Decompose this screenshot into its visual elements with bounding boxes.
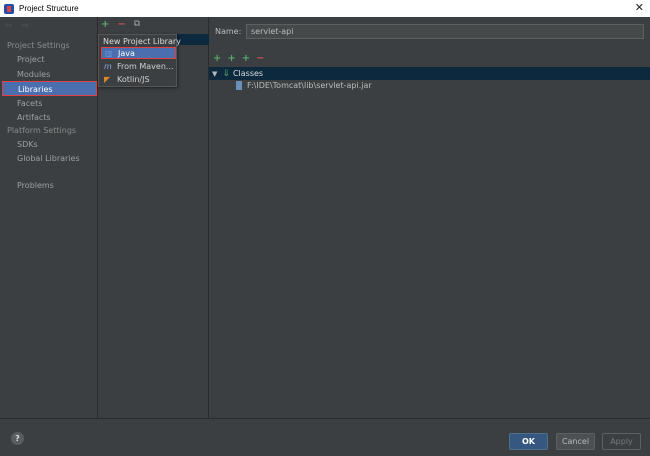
settings-sidebar: ⇦ ⇨ Project Settings Project Modules Lib…: [0, 17, 98, 418]
library-detail-panel: Name: servlet-api + + + − ▼ ⇓ Classes F:…: [209, 17, 650, 418]
popup-item-java[interactable]: ▥ Java: [101, 47, 176, 59]
app-icon: [4, 3, 14, 14]
project-settings-heading: Project Settings: [7, 41, 70, 50]
remove-library-icon[interactable]: −: [117, 19, 125, 30]
sidebar-item-problems[interactable]: Problems: [17, 181, 54, 190]
help-icon[interactable]: ?: [11, 432, 24, 445]
window-title: Project Structure: [19, 4, 79, 13]
expand-triangle-icon[interactable]: ▼: [212, 70, 217, 78]
sidebar-item-modules[interactable]: Modules: [17, 70, 50, 79]
classes-tree-node[interactable]: ▼ ⇓ Classes: [209, 67, 650, 80]
sidebar-item-project[interactable]: Project: [17, 55, 44, 64]
library-list-selected-row[interactable]: [177, 34, 209, 45]
jar-path: F:\IDE\Tomcat\lib\servlet-api.jar: [247, 81, 372, 90]
classes-icon: ⇓: [222, 68, 230, 79]
copy-library-icon[interactable]: ⧉: [134, 19, 140, 30]
ok-button[interactable]: OK: [509, 433, 548, 450]
close-icon[interactable]: ✕: [635, 1, 644, 14]
sidebar-item-facets[interactable]: Facets: [17, 99, 42, 108]
maven-icon: m: [104, 61, 112, 71]
popup-item-from-maven[interactable]: m From Maven...: [101, 60, 176, 72]
sidebar-item-artifacts[interactable]: Artifacts: [17, 113, 51, 122]
remove-root-icon[interactable]: −: [256, 53, 264, 64]
library-icon: ▥: [105, 48, 113, 58]
sidebar-item-global-libraries[interactable]: Global Libraries: [17, 154, 80, 163]
kotlin-icon: ◤: [104, 74, 111, 84]
library-name-input[interactable]: servlet-api: [246, 24, 644, 39]
library-list-toolbar: + − ⧉: [101, 19, 140, 30]
popup-title: New Project Library: [103, 37, 181, 46]
add-root-icon[interactable]: +: [213, 53, 221, 64]
apply-button[interactable]: Apply: [602, 433, 641, 450]
back-forward-icon[interactable]: ⇦ ⇨: [5, 21, 32, 31]
sidebar-item-libraries[interactable]: Libraries: [2, 81, 97, 96]
new-project-library-popup: New Project Library ▥ Java m From Maven.…: [98, 34, 181, 87]
platform-settings-heading: Platform Settings: [7, 126, 77, 135]
add-classes-icon[interactable]: +: [227, 53, 235, 64]
dialog-footer: ? OK Cancel Apply: [0, 418, 650, 456]
jar-file-icon: [236, 81, 242, 90]
cancel-button[interactable]: Cancel: [556, 433, 595, 450]
popup-item-kotlin-js[interactable]: ◤ Kotlin/JS: [101, 73, 176, 85]
add-library-icon[interactable]: +: [101, 19, 109, 30]
jar-tree-item[interactable]: F:\IDE\Tomcat\lib\servlet-api.jar: [236, 81, 372, 90]
name-label: Name:: [215, 27, 242, 36]
popup-item-label: Java: [118, 48, 135, 58]
title-bar: Project Structure ✕: [0, 0, 650, 17]
popup-item-label: Kotlin/JS: [117, 74, 150, 84]
library-roots-toolbar: + + + −: [213, 53, 265, 64]
attach-sources-icon[interactable]: +: [242, 53, 250, 64]
classes-label: Classes: [232, 69, 264, 78]
sidebar-item-sdks[interactable]: SDKs: [17, 140, 38, 149]
popup-item-label: From Maven...: [117, 61, 174, 71]
